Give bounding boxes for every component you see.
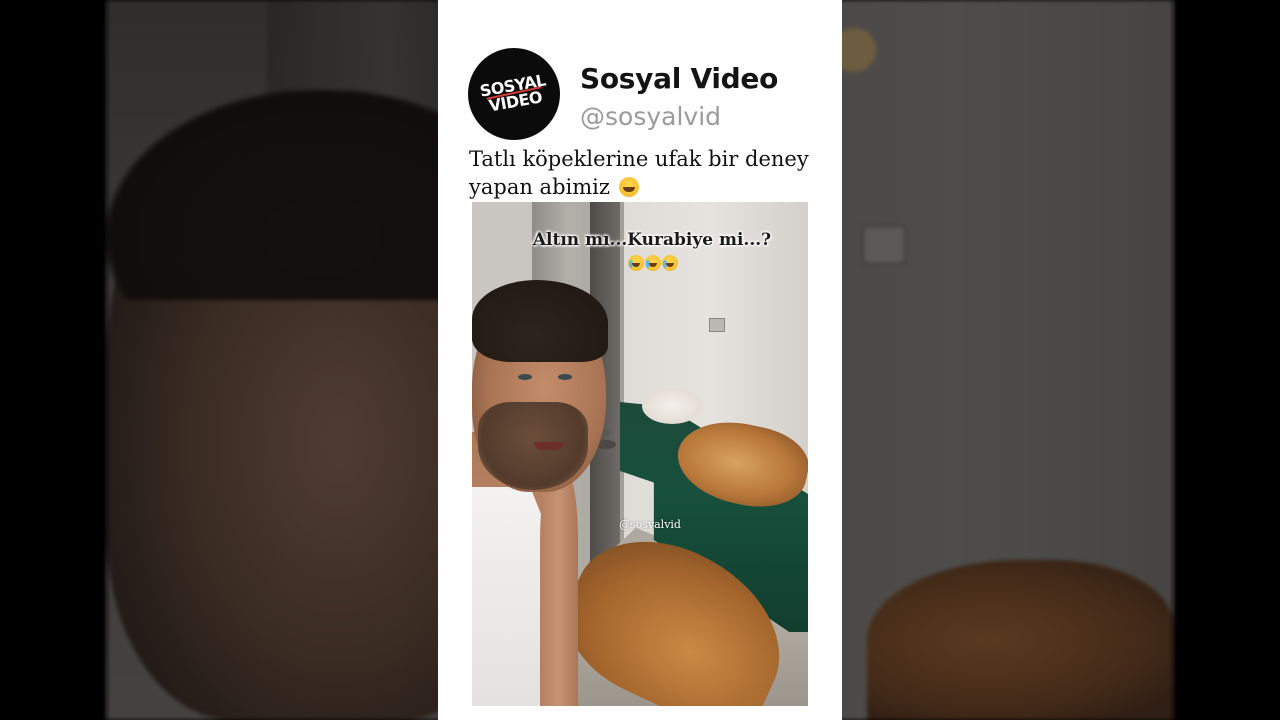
post-text-body: Tatlı köpeklerine ufak bir deney yapan a… <box>469 147 809 199</box>
tears-of-joy-emoji-icon <box>644 255 661 271</box>
grinning-face-emoji-icon <box>618 177 639 197</box>
display-name[interactable]: Sosyal Video <box>580 62 778 95</box>
post-text: Tatlı köpeklerine ufak bir deney yapan a… <box>469 145 829 201</box>
man-eye <box>518 374 532 380</box>
man-eye <box>558 374 572 380</box>
video-caption-text: Altın mı...Kurabiye mi...? <box>532 230 772 250</box>
avatar[interactable]: SOSYAL VIDEO <box>468 48 560 140</box>
video-watermark: @sosyalvid <box>619 518 681 531</box>
white-dog <box>642 388 702 424</box>
man-hair <box>472 280 608 362</box>
video-caption: Altın mı...Kurabiye mi...? <box>532 228 772 276</box>
man-beard <box>478 402 588 490</box>
video-light-switch <box>709 318 725 332</box>
man-arm <box>540 472 578 706</box>
man-mouth <box>534 442 564 450</box>
video-frame[interactable]: Altın mı...Kurabiye mi...? @sosyalvid <box>472 202 808 706</box>
user-handle[interactable]: @sosyalvid <box>580 102 721 131</box>
tears-of-joy-emoji-icon <box>627 255 644 271</box>
post-card: SOSYAL VIDEO Sosyal Video @sosyalvid Tatl… <box>438 0 842 720</box>
shorts-player[interactable]: SOSYAL VIDEO Sosyal Video @sosyalvid Tatl… <box>0 0 1280 720</box>
tears-of-joy-emoji-icon <box>661 255 678 271</box>
